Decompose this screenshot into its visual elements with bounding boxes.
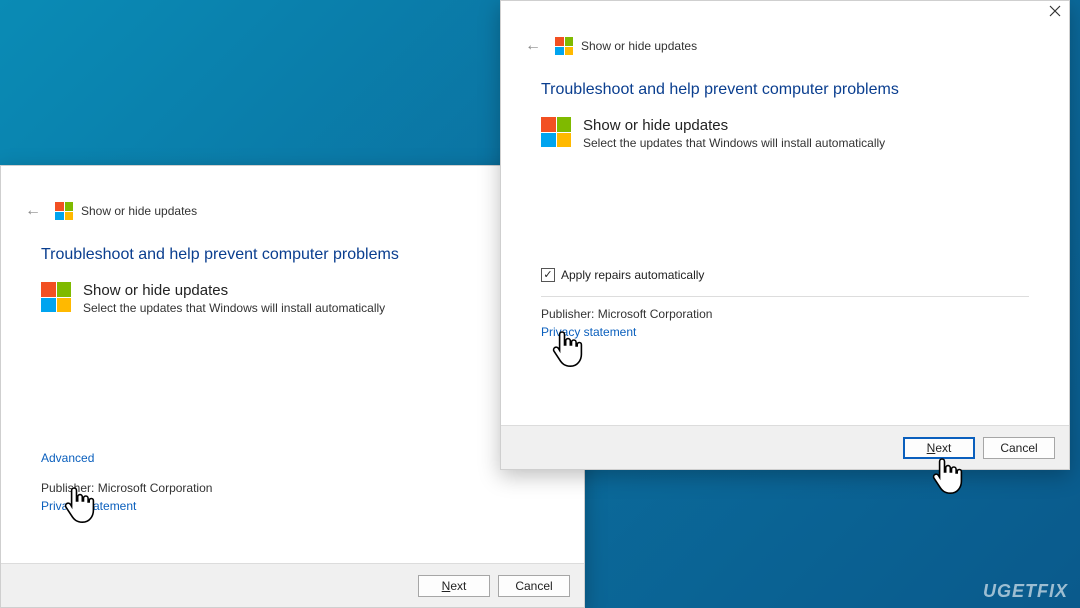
button-bar: Next Cancel xyxy=(501,425,1069,469)
cancel-button[interactable]: Cancel xyxy=(983,437,1055,459)
privacy-link[interactable]: Privacy statement xyxy=(41,499,136,513)
dialog-content: Troubleshoot and help prevent computer p… xyxy=(501,61,1069,168)
titlebar xyxy=(501,1,1069,31)
troubleshooter-dialog-step1: ← Show or hide updates Troubleshoot and … xyxy=(0,165,585,608)
troubleshooter-item[interactable]: Show or hide updates Select the updates … xyxy=(541,117,1029,150)
dialog-header: ← Show or hide updates xyxy=(1,196,584,226)
microsoft-logo-icon xyxy=(555,37,573,55)
close-icon[interactable] xyxy=(1049,5,1061,17)
dialog-content: Troubleshoot and help prevent computer p… xyxy=(1,226,584,333)
troubleshooter-dialog-step2: ← Show or hide updates Troubleshoot and … xyxy=(500,0,1070,470)
apply-repairs-checkbox[interactable]: ✓ xyxy=(541,268,555,282)
publisher-value: Microsoft Corporation xyxy=(98,481,213,495)
publisher-label: Publisher: xyxy=(41,481,94,495)
microsoft-logo-icon xyxy=(41,282,71,312)
dialog-title: Show or hide updates xyxy=(581,39,697,53)
back-arrow-icon[interactable]: ← xyxy=(19,202,47,220)
page-heading: Troubleshoot and help prevent computer p… xyxy=(41,246,544,264)
cancel-button[interactable]: Cancel xyxy=(498,575,570,597)
microsoft-logo-icon xyxy=(55,202,73,220)
apply-repairs-label: Apply repairs automatically xyxy=(561,268,704,282)
page-heading: Troubleshoot and help prevent computer p… xyxy=(541,81,1029,99)
separator xyxy=(541,296,1029,297)
publisher-label: Publisher: xyxy=(541,307,594,321)
dialog-title: Show or hide updates xyxy=(81,204,197,218)
next-button[interactable]: Next xyxy=(903,437,975,459)
privacy-link[interactable]: Privacy statement xyxy=(541,325,636,339)
item-subtitle: Select the updates that Windows will ins… xyxy=(83,301,385,315)
titlebar xyxy=(1,166,584,196)
advanced-link[interactable]: Advanced xyxy=(41,451,94,465)
advanced-block: Advanced Publisher: Microsoft Corporatio… xyxy=(1,451,584,519)
apply-repairs-row: ✓ Apply repairs automatically xyxy=(501,268,1069,282)
button-bar: Next Cancel xyxy=(1,563,584,607)
item-title: Show or hide updates xyxy=(583,117,885,134)
publisher-line: Publisher: Microsoft Corporation xyxy=(41,481,544,495)
item-subtitle: Select the updates that Windows will ins… xyxy=(583,136,885,150)
publisher-block: Publisher: Microsoft Corporation Privacy… xyxy=(501,307,1069,345)
microsoft-logo-icon xyxy=(541,117,571,147)
watermark: UGETFIX xyxy=(983,581,1068,602)
publisher-value: Microsoft Corporation xyxy=(598,307,713,321)
dialog-header: ← Show or hide updates xyxy=(501,31,1069,61)
next-button[interactable]: Next xyxy=(418,575,490,597)
item-title: Show or hide updates xyxy=(83,282,385,299)
publisher-line: Publisher: Microsoft Corporation xyxy=(541,307,1029,321)
back-arrow-icon[interactable]: ← xyxy=(519,37,547,55)
troubleshooter-item[interactable]: Show or hide updates Select the updates … xyxy=(41,282,544,315)
